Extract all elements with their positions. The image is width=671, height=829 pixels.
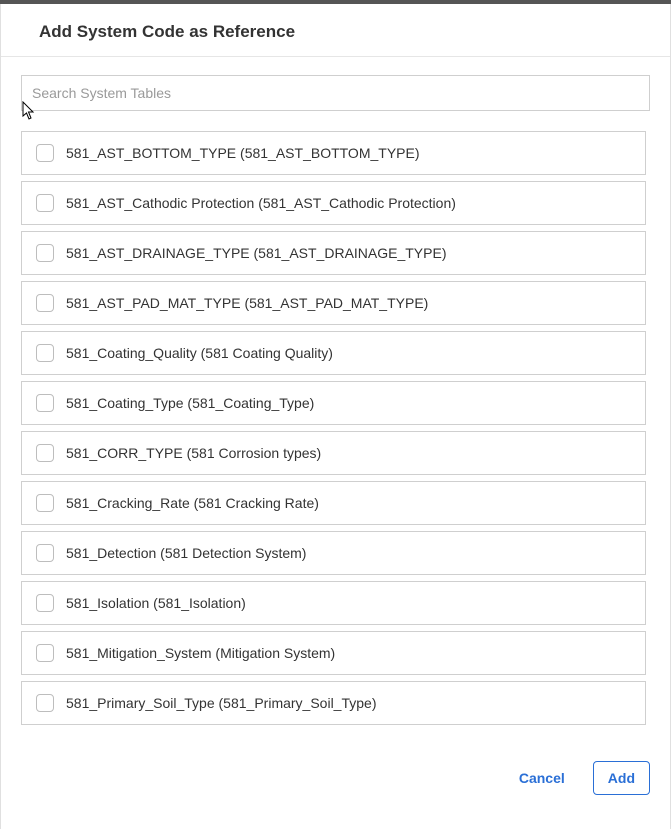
list-item[interactable]: 581_Detection (581 Detection System): [21, 531, 646, 575]
list-item[interactable]: 581_AST_DRAINAGE_TYPE (581_AST_DRAINAGE_…: [21, 231, 646, 275]
list-item-label: 581_Coating_Quality (581 Coating Quality…: [66, 345, 333, 361]
list-item[interactable]: 581_Isolation (581_Isolation): [21, 581, 646, 625]
checkbox[interactable]: [36, 344, 54, 362]
modal-footer: Cancel Add: [1, 745, 670, 829]
search-input[interactable]: [21, 75, 650, 111]
list-item[interactable]: 581_Primary_Soil_Type (581_Primary_Soil_…: [21, 681, 646, 725]
checkbox[interactable]: [36, 294, 54, 312]
list-item-label: 581_CORR_TYPE (581 Corrosion types): [66, 445, 321, 461]
list-item-label: 581_Detection (581 Detection System): [66, 545, 306, 561]
checkbox[interactable]: [36, 694, 54, 712]
list-item[interactable]: 581_CORR_TYPE (581 Corrosion types): [21, 431, 646, 475]
add-system-code-modal: Add System Code as Reference 581_AST_BOT…: [0, 4, 671, 829]
list-item[interactable]: 581_AST_Cathodic Protection (581_AST_Cat…: [21, 181, 646, 225]
checkbox[interactable]: [36, 594, 54, 612]
checkbox[interactable]: [36, 194, 54, 212]
list-item-label: 581_Cracking_Rate (581 Cracking Rate): [66, 495, 319, 511]
checkbox[interactable]: [36, 494, 54, 512]
add-button[interactable]: Add: [593, 761, 650, 795]
list-item-label: 581_AST_PAD_MAT_TYPE (581_AST_PAD_MAT_TY…: [66, 295, 428, 311]
list-item[interactable]: 581_Coating_Quality (581 Coating Quality…: [21, 331, 646, 375]
checkbox[interactable]: [36, 544, 54, 562]
search-container: [21, 75, 650, 111]
list-item-label: 581_Coating_Type (581_Coating_Type): [66, 395, 314, 411]
modal-header: Add System Code as Reference: [1, 4, 670, 57]
list-item-label: 581_Mitigation_System (Mitigation System…: [66, 645, 335, 661]
system-tables-list[interactable]: 581_AST_BOTTOM_TYPE (581_AST_BOTTOM_TYPE…: [21, 131, 650, 745]
list-item-label: 581_AST_DRAINAGE_TYPE (581_AST_DRAINAGE_…: [66, 245, 446, 261]
modal-title: Add System Code as Reference: [39, 22, 646, 42]
list-item-label: 581_Isolation (581_Isolation): [66, 595, 246, 611]
list-item[interactable]: 581_AST_BOTTOM_TYPE (581_AST_BOTTOM_TYPE…: [21, 131, 646, 175]
checkbox[interactable]: [36, 244, 54, 262]
cancel-button[interactable]: Cancel: [513, 762, 571, 794]
checkbox[interactable]: [36, 144, 54, 162]
checkbox[interactable]: [36, 444, 54, 462]
list-item[interactable]: 581_Cracking_Rate (581 Cracking Rate): [21, 481, 646, 525]
list-item[interactable]: 581_AST_PAD_MAT_TYPE (581_AST_PAD_MAT_TY…: [21, 281, 646, 325]
checkbox[interactable]: [36, 644, 54, 662]
modal-body: 581_AST_BOTTOM_TYPE (581_AST_BOTTOM_TYPE…: [1, 57, 670, 745]
list-item-label: 581_Primary_Soil_Type (581_Primary_Soil_…: [66, 695, 376, 711]
list-item[interactable]: 581_Mitigation_System (Mitigation System…: [21, 631, 646, 675]
list-item[interactable]: 581_Coating_Type (581_Coating_Type): [21, 381, 646, 425]
checkbox[interactable]: [36, 394, 54, 412]
list-item-label: 581_AST_Cathodic Protection (581_AST_Cat…: [66, 195, 456, 211]
list-item-label: 581_AST_BOTTOM_TYPE (581_AST_BOTTOM_TYPE…: [66, 145, 420, 161]
